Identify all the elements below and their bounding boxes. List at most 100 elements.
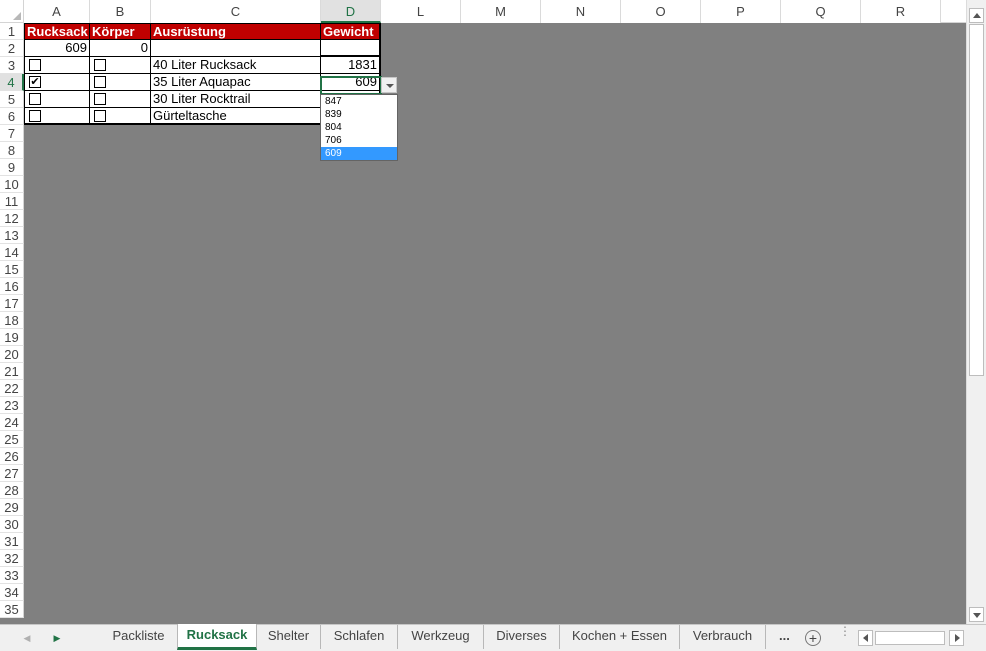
row-header[interactable]: 13 — [0, 227, 24, 244]
column-header-a[interactable]: A — [24, 0, 90, 23]
column-header-c[interactable]: C — [151, 0, 321, 23]
rucksack-checkbox-cell[interactable]: ✔ — [24, 74, 90, 91]
row-header[interactable]: 10 — [0, 176, 24, 193]
previous-sheet-icon[interactable]: ◀ — [22, 633, 32, 643]
header-rucksack[interactable]: Rucksack — [24, 23, 90, 40]
sheet-tab-werkzeug[interactable]: Werkzeug — [398, 625, 484, 649]
row-header[interactable]: 18 — [0, 312, 24, 329]
row-header[interactable]: 31 — [0, 533, 24, 550]
total-koerper-cell[interactable]: 0 — [90, 40, 151, 57]
next-sheet-icon[interactable]: ▶ — [52, 633, 62, 643]
row-header[interactable]: 5 — [0, 91, 24, 108]
koerper-checkbox[interactable] — [94, 93, 106, 105]
row-header[interactable]: 32 — [0, 550, 24, 567]
row-header[interactable]: 9 — [0, 159, 24, 176]
row-header[interactable]: 29 — [0, 499, 24, 516]
row-header[interactable]: 17 — [0, 295, 24, 312]
row-header[interactable]: 15 — [0, 261, 24, 278]
rucksack-checkbox[interactable] — [29, 110, 41, 122]
koerper-checkbox[interactable] — [94, 110, 106, 122]
row-header[interactable]: 7 — [0, 125, 24, 142]
dropdown-arrow-button[interactable] — [381, 77, 397, 93]
row-header[interactable]: 33 — [0, 567, 24, 584]
row-header[interactable]: 3 — [0, 57, 24, 74]
row-header[interactable]: 35 — [0, 601, 24, 618]
rucksack-checkbox[interactable]: ✔ — [29, 76, 41, 88]
sheet-tab-diverses[interactable]: Diverses — [484, 625, 560, 649]
equipment-label-cell[interactable]: 35 Liter Aquapac — [151, 74, 321, 91]
vertical-scrollbar[interactable] — [966, 0, 986, 624]
sheet-tab-shelter[interactable]: Shelter — [257, 625, 321, 649]
sheet-tab-kochen-essen[interactable]: Kochen + Essen — [560, 625, 680, 649]
dropdown-option[interactable]: 839 — [321, 108, 397, 121]
weight-cell[interactable]: 1831 — [321, 57, 381, 74]
dropdown-option[interactable]: 804 — [321, 121, 397, 134]
rucksack-checkbox[interactable] — [29, 93, 41, 105]
koerper-checkbox-cell[interactable] — [90, 108, 151, 125]
worksheet-grid[interactable]: A B C D L M N O P Q R 1 2 3 4 5 6 7 8 9 10 11 12 13 1… — [0, 0, 966, 624]
row-header[interactable]: 28 — [0, 482, 24, 499]
header-koerper[interactable]: Körper — [90, 23, 151, 40]
dropdown-option[interactable]: 847 — [321, 95, 397, 108]
scroll-down-icon[interactable] — [969, 607, 984, 622]
header-ausruestung[interactable]: Ausrüstung — [151, 23, 321, 40]
row-header[interactable]: 8 — [0, 142, 24, 159]
row-header[interactable]: 26 — [0, 448, 24, 465]
row-header[interactable]: 24 — [0, 414, 24, 431]
header-gewicht[interactable]: Gewicht — [321, 23, 381, 40]
row-header[interactable]: 6 — [0, 108, 24, 125]
row-header[interactable]: 23 — [0, 397, 24, 414]
equipment-label-cell[interactable]: 40 Liter Rucksack — [151, 57, 321, 74]
row-header[interactable]: 2 — [0, 40, 24, 57]
column-header-r[interactable]: R — [861, 0, 941, 23]
koerper-checkbox-cell[interactable] — [90, 74, 151, 91]
tab-split-handle-icon[interactable]: ⋮ — [839, 625, 851, 645]
column-header-p[interactable]: P — [701, 0, 781, 23]
horizontal-scrollbar[interactable] — [858, 630, 964, 646]
row-header[interactable]: 25 — [0, 431, 24, 448]
sheet-tab-rucksack[interactable]: Rucksack — [177, 624, 257, 650]
vertical-scroll-thumb[interactable] — [969, 24, 984, 376]
empty-cell-d2[interactable] — [321, 40, 381, 57]
row-header[interactable]: 14 — [0, 244, 24, 261]
row-header[interactable]: 20 — [0, 346, 24, 363]
column-header-d[interactable]: D — [321, 0, 381, 23]
column-header-o[interactable]: O — [621, 0, 701, 23]
row-header[interactable]: 30 — [0, 516, 24, 533]
rucksack-checkbox-cell[interactable] — [24, 57, 90, 74]
row-header[interactable]: 16 — [0, 278, 24, 295]
column-header-q[interactable]: Q — [781, 0, 861, 23]
select-all-corner[interactable] — [0, 0, 24, 23]
column-header-b[interactable]: B — [90, 0, 151, 23]
row-header[interactable]: 34 — [0, 584, 24, 601]
koerper-checkbox-cell[interactable] — [90, 91, 151, 108]
column-header-m[interactable]: M — [461, 0, 541, 23]
row-header[interactable]: 22 — [0, 380, 24, 397]
row-header[interactable]: 4 — [0, 74, 24, 91]
column-header-l[interactable]: L — [381, 0, 461, 23]
rucksack-checkbox[interactable] — [29, 59, 41, 71]
row-header[interactable]: 19 — [0, 329, 24, 346]
row-header[interactable]: 27 — [0, 465, 24, 482]
empty-cell-c2[interactable] — [151, 40, 321, 57]
row-header[interactable]: 1 — [0, 23, 24, 40]
equipment-label-cell[interactable]: 30 Liter Rocktrail — [151, 91, 321, 108]
total-rucksack-cell[interactable]: 609 — [24, 40, 90, 57]
sheet-tab-verbrauch[interactable]: Verbrauch — [680, 625, 766, 649]
rucksack-checkbox-cell[interactable] — [24, 91, 90, 108]
koerper-checkbox-cell[interactable] — [90, 57, 151, 74]
dropdown-option[interactable]: 609 — [321, 147, 397, 160]
scroll-left-icon[interactable] — [858, 630, 873, 646]
add-sheet-icon[interactable]: + — [805, 630, 821, 646]
sheet-tab-schlafen[interactable]: Schlafen — [321, 625, 398, 649]
rucksack-checkbox-cell[interactable] — [24, 108, 90, 125]
koerper-checkbox[interactable] — [94, 76, 106, 88]
scroll-up-icon[interactable] — [969, 8, 984, 23]
koerper-checkbox[interactable] — [94, 59, 106, 71]
row-header[interactable]: 12 — [0, 210, 24, 227]
horizontal-scroll-thumb[interactable] — [875, 631, 945, 645]
weight-cell[interactable]: 609 — [321, 74, 381, 91]
row-header[interactable]: 11 — [0, 193, 24, 210]
more-sheets-button[interactable]: ... — [779, 625, 790, 649]
dropdown-option[interactable]: 706 — [321, 134, 397, 147]
